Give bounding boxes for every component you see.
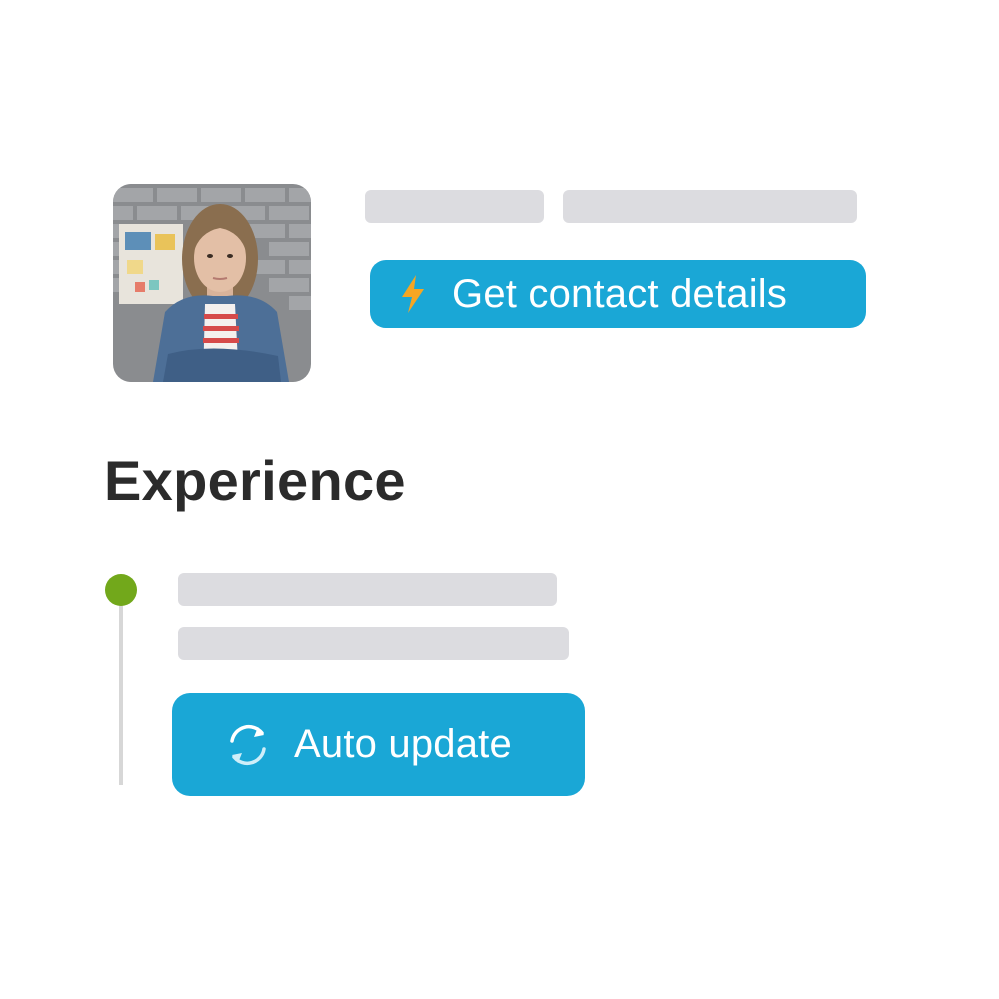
timeline-line [119, 595, 123, 785]
name-placeholder-last [563, 190, 857, 223]
auto-update-label: Auto update [294, 722, 512, 766]
refresh-icon [222, 719, 274, 771]
get-contact-details-button[interactable]: Get contact details [370, 260, 866, 328]
profile-photo [113, 184, 311, 382]
experience-company-placeholder [178, 627, 569, 660]
lightning-icon [400, 275, 426, 313]
experience-heading: Experience [104, 449, 406, 512]
experience-title-placeholder [178, 573, 557, 606]
timeline-dot [105, 574, 137, 606]
name-placeholder-first [365, 190, 544, 223]
auto-update-button[interactable]: Auto update [172, 693, 585, 796]
get-contact-details-label: Get contact details [452, 271, 788, 316]
avatar [113, 184, 311, 382]
